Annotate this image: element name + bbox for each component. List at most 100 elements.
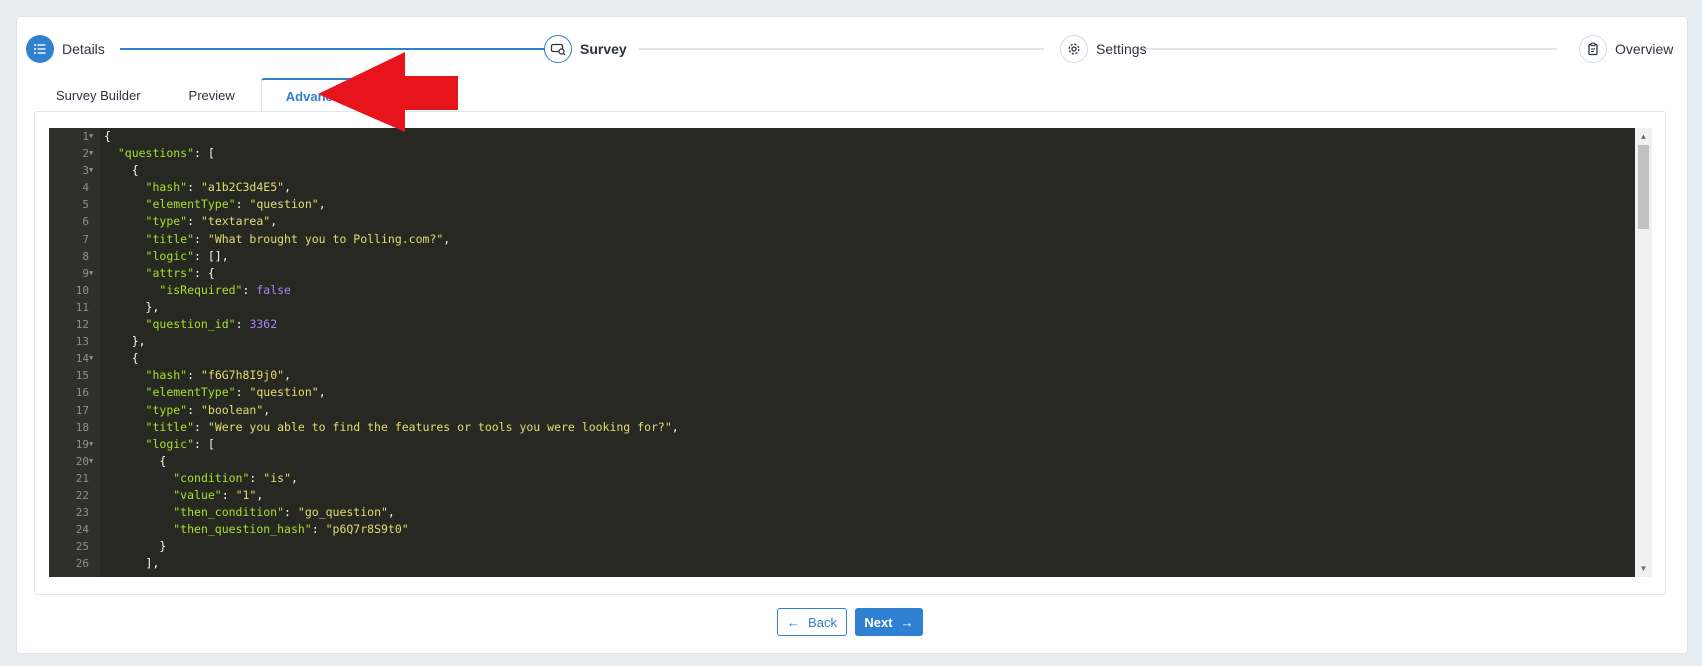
code-text: "attrs": { — [145, 265, 215, 280]
line-number: 26 — [75, 557, 89, 571]
line-number: 19 — [75, 437, 89, 451]
code-text: "hash": "f6G7h8I9j0", — [145, 368, 291, 383]
step-connector-1 — [120, 48, 558, 50]
step-connector-3 — [1136, 48, 1557, 50]
code-line[interactable]: 4 "hash": "a1b2C3d4E5", — [82, 179, 1635, 196]
fold-toggle-icon[interactable]: ▼ — [89, 145, 97, 162]
code-line[interactable]: 7 "title": "What brought you to Polling.… — [82, 231, 1635, 248]
step-details[interactable]: Details — [26, 34, 105, 64]
code-text: "elementType": "question", — [145, 385, 326, 400]
list-icon — [26, 35, 54, 63]
line-number: 22 — [75, 488, 89, 502]
line-number: 25 — [75, 540, 89, 554]
code-line[interactable]: 16 "elementType": "question", — [76, 384, 1635, 401]
code-text: "value": "1", — [173, 487, 264, 502]
code-line[interactable]: 6 "type": "textarea", — [82, 213, 1635, 230]
code-line[interactable]: 11 }, — [76, 299, 1635, 316]
line-number: 7 — [82, 232, 89, 246]
line-number: 17 — [75, 403, 89, 417]
code-line[interactable]: 17 "type": "boolean", — [76, 402, 1635, 419]
code-content[interactable]: 1 ▼{2 ▼ "questions": [3 ▼ {4 "hash": "a1b2C… — [76, 128, 1635, 577]
next-button[interactable]: Next → — [855, 608, 923, 636]
line-number: 6 — [82, 215, 89, 229]
code-text: "title": "Were you able to find the feat… — [145, 419, 679, 434]
code-text: "question_id": 3362 — [145, 317, 278, 332]
line-number: 2 — [82, 147, 89, 161]
code-line[interactable]: 5 "elementType": "question", — [82, 196, 1635, 213]
code-line[interactable]: 20 ▼ { — [76, 453, 1635, 470]
code-line[interactable]: 8 "logic": [], — [82, 248, 1635, 265]
code-line[interactable]: 25 } — [76, 538, 1635, 555]
code-line[interactable]: 21 "condition": "is", — [76, 470, 1635, 487]
code-line[interactable]: 3 ▼ { — [82, 162, 1635, 179]
code-text: } — [104, 539, 167, 554]
code-text: "elementType": "question", — [145, 197, 326, 212]
code-line[interactable]: 14 ▼ { — [76, 350, 1635, 367]
tab-survey-builder[interactable]: Survey Builder — [32, 78, 165, 112]
step-label-survey: Survey — [580, 41, 627, 57]
step-label-settings: Settings — [1096, 41, 1147, 57]
code-text: { — [104, 453, 167, 468]
back-button-label: Back — [808, 614, 837, 630]
line-number: 18 — [75, 420, 89, 434]
code-text: "type": "textarea", — [145, 214, 278, 229]
line-number: 15 — [75, 369, 89, 383]
line-number: 16 — [75, 386, 89, 400]
code-line[interactable]: 19 ▼ "logic": [ — [76, 436, 1635, 453]
fold-toggle-icon[interactable]: ▼ — [89, 350, 97, 367]
step-survey[interactable]: Survey — [544, 34, 627, 64]
fold-toggle-icon[interactable]: ▼ — [89, 265, 97, 282]
arrow-right-icon: → — [900, 614, 914, 630]
code-line[interactable]: 24 "then_question_hash": "p6Q7r8S9t0" — [76, 521, 1635, 538]
code-text: ], — [104, 556, 160, 571]
code-text: "title": "What brought you to Polling.co… — [145, 231, 451, 246]
next-button-label: Next — [864, 614, 893, 630]
step-label-overview: Overview — [1615, 41, 1674, 57]
code-text: { — [104, 351, 139, 366]
fold-toggle-icon[interactable]: ▼ — [89, 453, 97, 470]
back-button[interactable]: ← Back — [777, 608, 847, 636]
code-line[interactable]: 12 "question_id": 3362 — [76, 316, 1635, 333]
code-line[interactable]: 10 "isRequired": false — [76, 282, 1635, 299]
line-number: 3 — [82, 164, 89, 178]
line-number: 4 — [82, 181, 89, 195]
code-text: "then_question_hash": "p6Q7r8S9t0" — [173, 522, 409, 537]
step-connector-2 — [639, 48, 1044, 50]
json-code-editor[interactable]: 1 ▼{2 ▼ "questions": [3 ▼ {4 "hash": "a1b2C… — [49, 128, 1652, 577]
fold-toggle-icon[interactable]: ▼ — [89, 162, 97, 179]
line-number: 10 — [75, 283, 89, 297]
code-text: "type": "boolean", — [145, 402, 271, 417]
code-line[interactable]: 22 "value": "1", — [76, 487, 1635, 504]
code-text: "hash": "a1b2C3d4E5", — [145, 180, 291, 195]
code-text: { — [104, 129, 111, 143]
code-line[interactable]: 13 }, — [76, 333, 1635, 350]
code-line[interactable]: 9 ▼ "attrs": { — [82, 265, 1635, 282]
line-number: 9 — [82, 266, 89, 280]
fold-toggle-icon[interactable]: ▼ — [89, 128, 97, 145]
line-number: 24 — [75, 523, 89, 537]
tab-preview[interactable]: Preview — [165, 78, 259, 112]
code-text: "condition": "is", — [173, 470, 298, 485]
step-overview[interactable]: Overview — [1579, 34, 1673, 64]
code-line[interactable]: 15 "hash": "f6G7h8I9j0", — [76, 367, 1635, 384]
code-text: "then_condition": "go_question", — [173, 505, 395, 520]
code-line[interactable]: 2 ▼ "questions": [ — [82, 145, 1635, 162]
code-line[interactable]: 26 ], — [76, 555, 1635, 572]
scroll-up-icon[interactable]: ▲ — [1635, 128, 1652, 145]
line-number: 8 — [82, 249, 89, 263]
code-text: }, — [104, 299, 160, 314]
code-text: "questions": [ — [117, 146, 215, 161]
code-text: }, — [104, 334, 146, 349]
arrow-left-icon: ← — [787, 614, 801, 630]
gear-icon — [1060, 35, 1088, 63]
code-line[interactable]: 23 "then_condition": "go_question", — [76, 504, 1635, 521]
fold-toggle-icon[interactable]: ▼ — [89, 436, 97, 453]
wizard-stepper: Details Survey Settings Overview — [26, 34, 1676, 64]
editor-scrollbar[interactable]: ▲ ▼ — [1635, 128, 1652, 577]
line-number: 13 — [75, 335, 89, 349]
scroll-down-icon[interactable]: ▼ — [1635, 560, 1652, 577]
step-settings[interactable]: Settings — [1060, 34, 1147, 64]
code-line[interactable]: 18 "title": "Were you able to find the f… — [76, 419, 1635, 436]
scroll-thumb[interactable] — [1638, 145, 1649, 229]
code-text: "logic": [ — [145, 436, 215, 451]
